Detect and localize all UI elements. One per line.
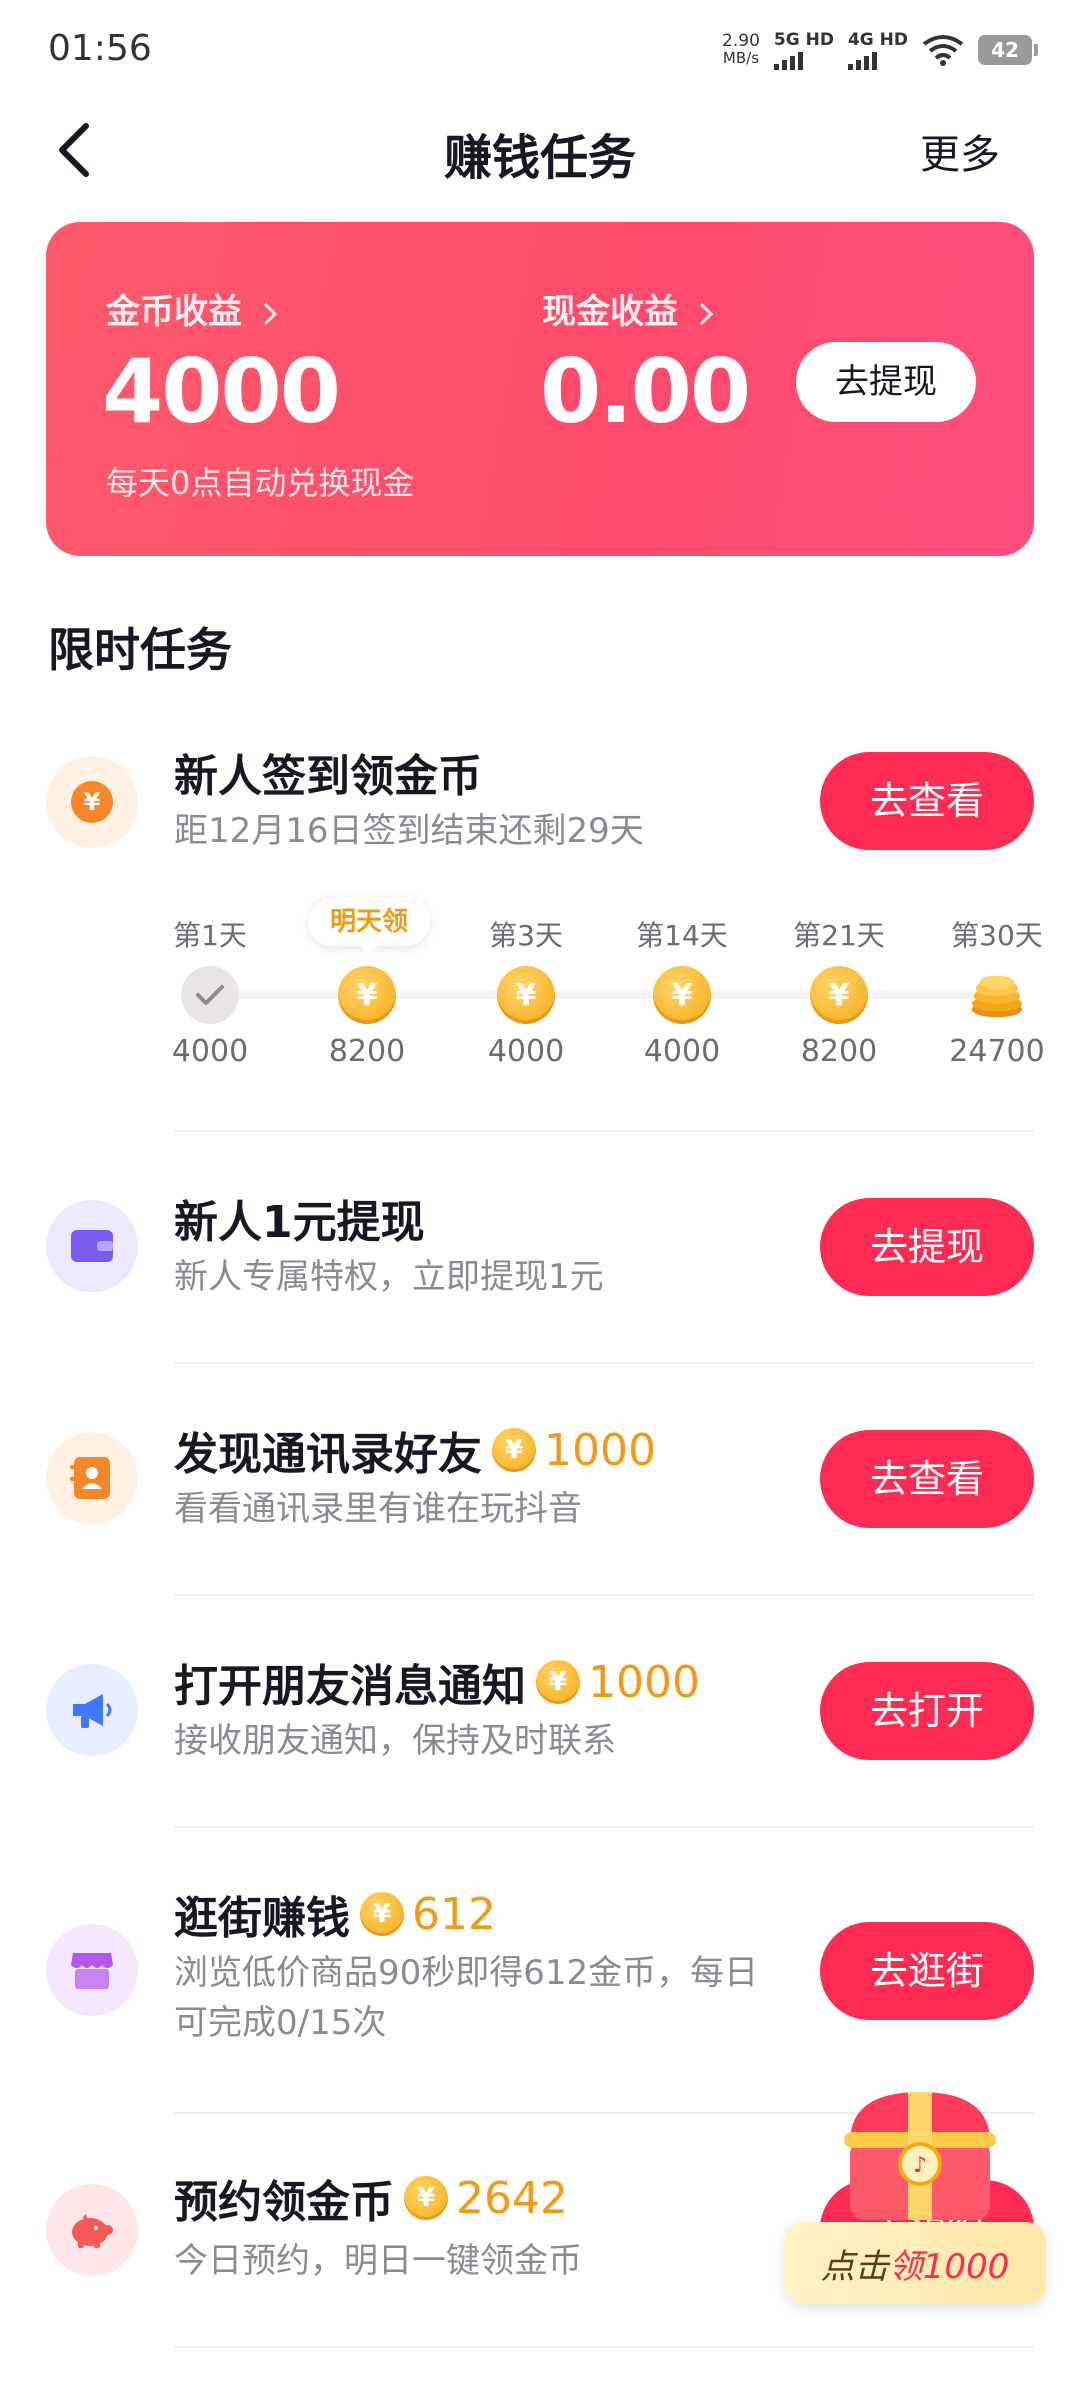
reward-badge: ¥1000	[536, 1657, 700, 1708]
chevron-right-icon	[700, 303, 713, 324]
day-label: 第21天	[793, 919, 885, 952]
divider	[174, 1362, 1034, 1364]
task-desc: 浏览低价商品90秒即得612金币，每日可完成0/15次	[174, 1953, 759, 2043]
coin-icon: ¥	[404, 2176, 448, 2220]
wifi-icon	[922, 35, 964, 66]
reward-badge: ¥1000	[492, 1425, 656, 1476]
coin-earnings-link[interactable]: 金币收益	[106, 284, 282, 333]
day-coin-icon: ¥	[497, 966, 555, 1024]
day-label: 第30天	[951, 919, 1043, 952]
page-title: 赚钱任务	[443, 130, 636, 186]
coin-icon: ¥	[536, 1660, 580, 1704]
wallet-icon	[71, 1230, 113, 1262]
divider	[174, 2346, 1034, 2348]
cash-earnings-link[interactable]: 现金收益	[542, 284, 718, 333]
divider	[174, 1130, 1034, 1132]
sim1-signal-icon: 5G HD	[773, 30, 834, 70]
task-desc: 新人专属特权，立即提现1元	[174, 1257, 604, 1297]
checkin-view-button[interactable]: 去查看	[820, 752, 1034, 850]
sim2-signal-icon: 4G HD	[847, 30, 908, 70]
contacts-icon	[70, 1457, 110, 1499]
day-amount: 8200	[328, 1034, 406, 1069]
day-amount: 4000	[171, 1034, 249, 1069]
earnings-card: 金币收益 4000 现金收益 0.00 每天0点自动兑换现金 去提现	[46, 222, 1034, 556]
coin-stack-icon	[968, 966, 1026, 1024]
coin-icon: ¥	[360, 1892, 404, 1936]
withdraw-task-button[interactable]: 去提现	[820, 1198, 1034, 1296]
day-coin-icon: ¥	[810, 966, 868, 1024]
status-time: 01:56	[48, 28, 152, 69]
status-bar: 01:56 2.90 MB/s 5G HD 4G HD 42	[0, 0, 1080, 100]
divider	[174, 1594, 1034, 1596]
task-icon	[46, 1200, 138, 1292]
network-speed: 2.90 MB/s	[722, 31, 760, 67]
reward-badge: ¥2642	[404, 2173, 568, 2224]
day-amount: 8200	[800, 1034, 878, 1069]
megaphone-icon	[73, 1694, 112, 1728]
coin-earnings-value: 4000	[102, 340, 341, 443]
chevron-right-icon	[264, 303, 277, 324]
divider	[174, 1826, 1034, 1828]
day-done-check-icon	[181, 966, 239, 1024]
task-icon	[46, 1432, 138, 1524]
task-title: 预约领金币 ¥2642	[174, 2172, 568, 2229]
day-amount: 4000	[487, 1034, 565, 1069]
task-icon	[46, 1664, 138, 1756]
open-notification-button[interactable]: 去打开	[820, 1662, 1034, 1760]
piggy-bank-icon	[72, 2214, 113, 2248]
yuan-coin-icon: ¥	[71, 781, 113, 823]
task-desc: 今日预约，明日一键领金币	[174, 2241, 582, 2281]
checkin-task-icon: ¥	[46, 756, 138, 848]
status-icons: 2.90 MB/s 5G HD 4G HD 42	[722, 30, 1038, 70]
task-icon	[46, 1924, 138, 2016]
task-title: 发现通讯录好友 ¥1000	[174, 1424, 656, 1481]
checkin-task-title: 新人签到领金币	[174, 751, 482, 802]
task-title: 逛街赚钱 ¥612	[174, 1888, 496, 1945]
day-label: 第1天	[173, 919, 247, 952]
checkin-task-desc: 距12月16日签到结束还剩29天	[174, 811, 644, 851]
day-label: 第3天	[489, 919, 563, 952]
nav-bar: 赚钱任务 更多	[0, 100, 1080, 200]
tomorrow-tooltip: 明天领	[308, 898, 430, 956]
withdraw-button[interactable]: 去提现	[796, 342, 976, 422]
day-coin-icon: ¥	[338, 966, 396, 1024]
claim-coins-badge[interactable]: 点击 领1000	[784, 2222, 1046, 2304]
task-desc: 看看通讯录里有谁在玩抖音	[174, 1489, 582, 1529]
reward-badge: ¥612	[360, 1889, 496, 1940]
earnings-subtitle: 每天0点自动兑换现金	[106, 464, 415, 502]
svg-text:♪: ♪	[913, 2153, 927, 2178]
coin-icon: ¥	[492, 1428, 536, 1472]
battery-icon: 42	[978, 35, 1038, 65]
more-button[interactable]: 更多	[920, 122, 1000, 180]
task-title: 新人1元提现	[174, 1197, 425, 1248]
svg-text:¥: ¥	[84, 788, 101, 816]
section-title: 限时任务	[48, 623, 232, 677]
shop-icon	[71, 1953, 113, 1989]
day-amount: 4000	[643, 1034, 721, 1069]
view-contacts-button[interactable]: 去查看	[820, 1430, 1034, 1528]
task-icon	[46, 2184, 138, 2276]
timeline-track	[210, 991, 1000, 999]
day-label: 第14天	[636, 919, 728, 952]
treasure-chest-icon[interactable]: ♪	[830, 2082, 1010, 2232]
cash-earnings-value: 0.00	[540, 340, 751, 443]
task-desc: 接收朋友通知，保持及时联系	[174, 1721, 616, 1761]
task-title: 打开朋友消息通知 ¥1000	[174, 1656, 700, 1713]
go-shopping-button[interactable]: 去逛街	[820, 1922, 1034, 2020]
day-coin-icon: ¥	[653, 966, 711, 1024]
day-amount: 24700	[949, 1034, 1045, 1069]
